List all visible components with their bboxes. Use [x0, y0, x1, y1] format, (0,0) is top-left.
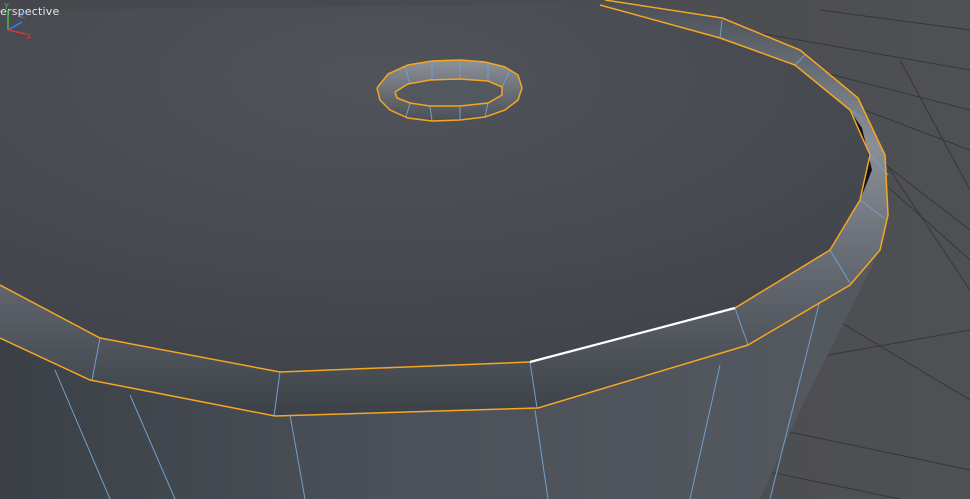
z-axis-label: Z: [20, 11, 26, 20]
y-axis-label: Y: [3, 2, 9, 11]
x-axis-line: [7, 29, 27, 35]
top-hole-ring[interactable]: [376, 59, 523, 122]
x-axis-label: X: [26, 32, 32, 40]
axis-gizmo: Y Z X: [3, 2, 32, 40]
viewport-perspective[interactable]: erspective Y Z X: [0, 0, 970, 499]
z-axis-line: [7, 21, 23, 31]
scene[interactable]: [0, 0, 970, 499]
